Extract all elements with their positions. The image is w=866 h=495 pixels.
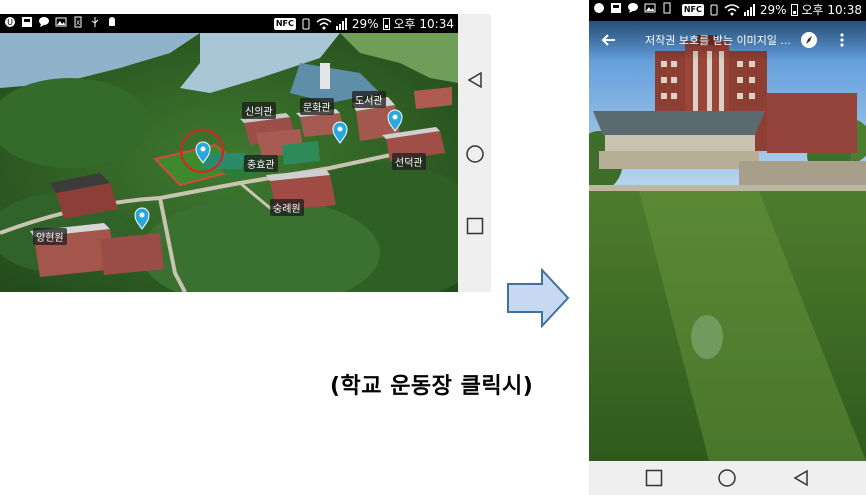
battery-icon [790, 3, 798, 16]
status-bar: U X NFC 29% 오후 10:34 [0, 14, 458, 33]
label-doseo[interactable]: 도서관 [352, 91, 386, 108]
label-yanghyeon[interactable]: 양현원 [33, 228, 67, 245]
phone-vibrate-icon [710, 4, 718, 15]
more-vertical-icon[interactable] [839, 32, 845, 48]
recents-icon [466, 217, 484, 235]
chat-icon [39, 17, 49, 27]
chat-icon [628, 3, 638, 13]
building-tower [320, 63, 330, 89]
home-button[interactable] [464, 143, 486, 165]
home-button[interactable] [716, 467, 738, 489]
app-icon [594, 3, 604, 13]
status-bar: NFC 29% 오후 10:38 [589, 0, 866, 21]
image-icon [55, 17, 67, 27]
recents-icon [645, 469, 663, 487]
battery-icon [382, 17, 390, 30]
file-icon: X [74, 16, 82, 28]
recents-button[interactable] [464, 215, 486, 237]
left-phone-screenshot: U X NFC 29% 오후 10:34 신의관 문화관 도서관 충효관 선덕관… [0, 14, 491, 292]
back-button[interactable] [790, 467, 812, 489]
street-view-title: 저작권 보호를 받는 이미지일 ... [645, 34, 791, 47]
street-view-toolbar: 저작권 보호를 받는 이미지일 ... [589, 21, 866, 61]
svg-text:U: U [7, 18, 13, 27]
compass-icon[interactable] [800, 31, 818, 49]
wifi-icon [724, 3, 740, 15]
phone-vibrate-icon [302, 18, 310, 29]
nfc-badge: NFC [681, 3, 704, 16]
campus-map-view[interactable]: 신의관 문화관 도서관 충효관 선덕관 숭례원 양현원 [0, 33, 458, 292]
sports-field-photo [589, 21, 866, 461]
label-chunghyo[interactable]: 충효관 [244, 155, 278, 172]
notification-icon [22, 17, 32, 27]
nfc-badge: NFC [273, 17, 296, 30]
status-time: 오후 10:34 [393, 17, 454, 31]
back-icon [793, 469, 808, 487]
back-arrow-icon[interactable] [601, 32, 617, 48]
label-sungrye[interactable]: 숭례원 [270, 199, 304, 216]
notification-icon [611, 3, 621, 13]
image-icon [644, 3, 656, 13]
back-icon [467, 71, 482, 89]
home-icon [466, 145, 484, 163]
campus-aerial-illustration [0, 33, 458, 292]
recents-button[interactable] [643, 467, 665, 489]
right-phone-screenshot: NFC 29% 오후 10:38 저작권 보호를 받는 이미지일 ... [589, 0, 866, 495]
caption-text: (학교 운동장 클릭시) [330, 374, 534, 399]
transition-arrow-icon [507, 268, 570, 328]
status-time: 오후 10:38 [801, 3, 862, 17]
navigation-bar [458, 14, 491, 292]
label-munhwa[interactable]: 문화관 [300, 98, 334, 115]
usb-icon [91, 17, 99, 27]
back-button[interactable] [464, 69, 486, 91]
label-sinui[interactable]: 신의관 [242, 102, 276, 119]
signal-icon [335, 17, 347, 30]
navigation-bar [589, 461, 866, 495]
wifi-icon [316, 17, 332, 29]
home-icon [718, 469, 736, 487]
signal-icon [743, 3, 755, 16]
battery-percent: 29% [759, 2, 787, 17]
file-icon [663, 2, 671, 14]
svg-text:X: X [76, 20, 80, 27]
street-view-panorama[interactable] [589, 21, 866, 461]
grandstand-roof [593, 111, 765, 135]
label-seondeok[interactable]: 선덕관 [392, 153, 426, 170]
android-icon [109, 17, 115, 26]
app-icon: U [5, 17, 15, 27]
battery-percent: 29% [351, 16, 379, 31]
